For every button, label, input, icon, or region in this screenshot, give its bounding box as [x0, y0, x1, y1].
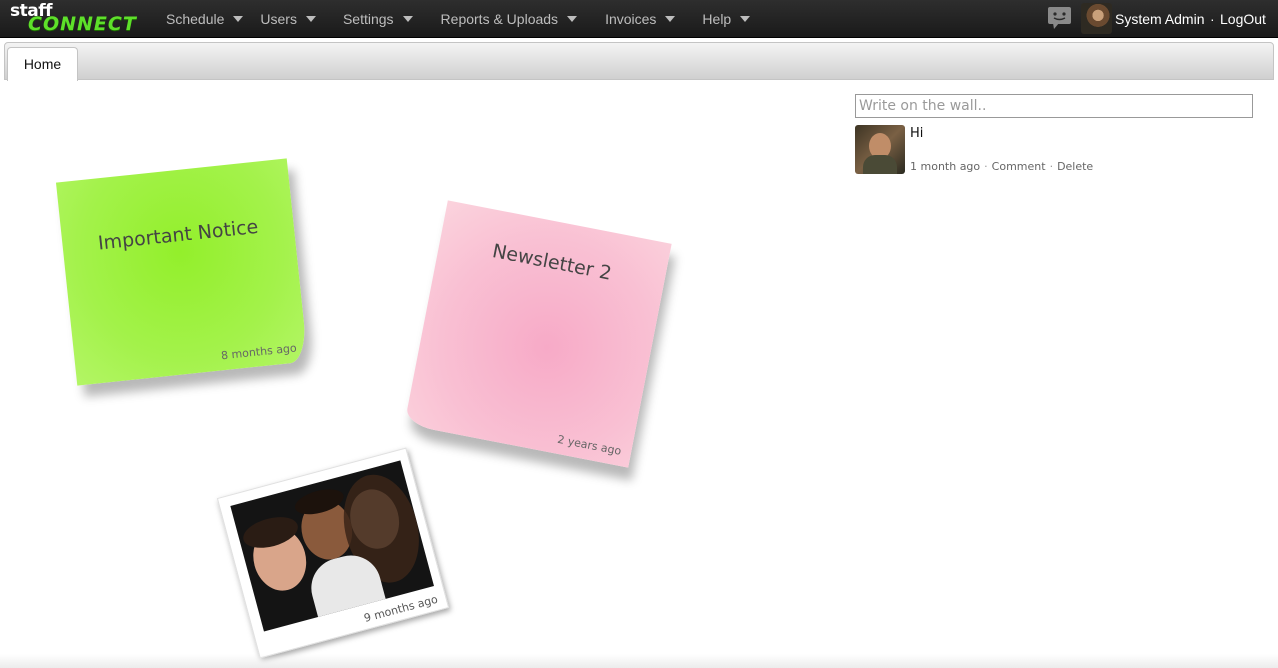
- menu-reports-uploads[interactable]: Reports & Uploads: [441, 0, 578, 38]
- top-navigation-bar: staff CONNECT Schedule Users Settings Re…: [0, 0, 1278, 38]
- photo-polaroid[interactable]: 9 months ago: [216, 447, 450, 659]
- menu-help[interactable]: Help: [702, 0, 751, 38]
- sticky-note-newsletter-2[interactable]: Newsletter 2 2 years ago: [404, 200, 672, 468]
- avatar-body: [863, 155, 897, 174]
- user-avatar[interactable]: [1081, 3, 1112, 34]
- delete-link[interactable]: Delete: [1057, 160, 1093, 173]
- post-author-avatar[interactable]: [855, 125, 905, 174]
- menu-users-label: Users: [260, 11, 297, 27]
- chevron-down-icon: [402, 16, 413, 22]
- menu-invoices-label: Invoices: [605, 11, 657, 27]
- comment-link[interactable]: Comment: [992, 160, 1046, 173]
- menu-settings-label: Settings: [342, 11, 394, 27]
- chevron-down-icon: [665, 16, 676, 22]
- note-timestamp: 8 months ago: [220, 341, 298, 363]
- tab-bar: Home: [4, 42, 1274, 81]
- menu-reports-uploads-label: Reports & Uploads: [440, 11, 559, 27]
- chevron-down-icon: [567, 16, 578, 22]
- post-meta: 1 month ago · Comment · Delete: [910, 160, 1093, 173]
- menu-schedule[interactable]: Schedule: [166, 0, 244, 38]
- sticky-note-important-notice[interactable]: Important Notice 8 months ago: [55, 158, 309, 386]
- separator-dot: ·: [1049, 160, 1054, 173]
- menu-schedule-label: Schedule: [166, 11, 225, 27]
- menu-users[interactable]: Users: [260, 0, 316, 38]
- chat-bubble-icon[interactable]: [1047, 6, 1072, 30]
- logo-line-2: CONNECT: [28, 13, 137, 35]
- menu-settings[interactable]: Settings: [343, 0, 413, 38]
- menu-invoices[interactable]: Invoices: [605, 0, 676, 38]
- staff-connect-logo[interactable]: staff CONNECT: [8, 1, 150, 36]
- post-text: Hi: [910, 126, 924, 141]
- chevron-down-icon: [305, 16, 316, 22]
- post-timestamp: 1 month ago: [910, 160, 981, 173]
- note-title: Newsletter 2: [490, 240, 614, 285]
- wall-post-input[interactable]: [855, 94, 1253, 118]
- chevron-down-icon: [233, 16, 244, 22]
- menu-help-label: Help: [702, 11, 732, 27]
- separator-dot: ·: [984, 160, 988, 173]
- note-timestamp: 2 years ago: [556, 432, 623, 458]
- separator-dot: ·: [1210, 11, 1215, 27]
- note-title: Important Notice: [96, 215, 260, 255]
- main-menu: Schedule Users Settings Reports & Upload…: [166, 0, 751, 38]
- chevron-down-icon: [740, 16, 751, 22]
- bottom-shadow: [0, 654, 1278, 668]
- logout-link[interactable]: LogOut: [1220, 11, 1266, 27]
- tab-home[interactable]: Home: [7, 47, 78, 81]
- user-name-link[interactable]: System Admin: [1115, 11, 1204, 27]
